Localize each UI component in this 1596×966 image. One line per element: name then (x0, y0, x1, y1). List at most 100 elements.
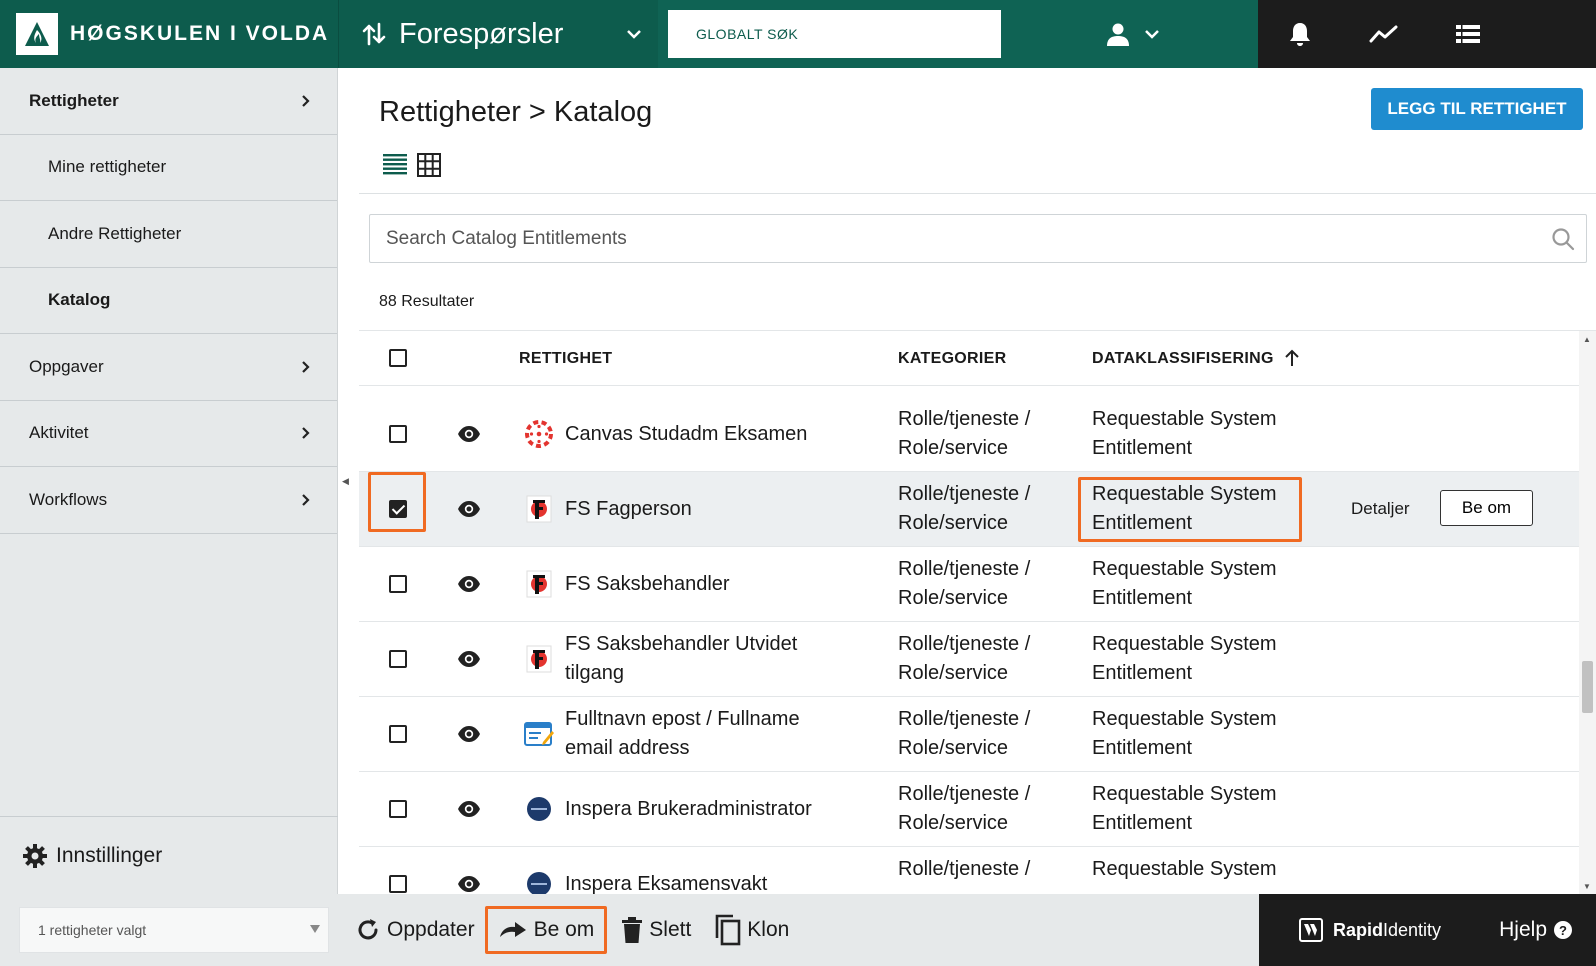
table-row[interactable]: Canvas Studadm Eksamen Rolle/tjeneste / … (359, 397, 1579, 472)
refresh-label: Oppdater (387, 918, 475, 941)
entitlement-classification: Requestable System Entitlement (1092, 483, 1277, 534)
grid-view-toggle[interactable] (417, 153, 441, 182)
row-checkbox[interactable] (389, 425, 407, 443)
table-scrollbar[interactable]: ▲ ▼ (1579, 331, 1596, 894)
column-header-entitlement[interactable]: RETTIGHET (519, 350, 612, 368)
list-view-button[interactable] (1426, 0, 1510, 68)
column-header-classification[interactable]: DATAKLASSIFISERING (1092, 349, 1300, 368)
entitlement-category: Rolle/tjeneste / Role/service (898, 708, 1031, 759)
entitlement-classification: Requestable System Entitlement (1092, 408, 1277, 459)
notifications-button[interactable] (1258, 0, 1342, 68)
entitlement-category: Rolle/tjeneste / Role/service (898, 408, 1031, 459)
catalog-search (369, 214, 1587, 263)
settings-button[interactable]: Innstillinger (0, 816, 338, 894)
table-row[interactable]: Inspera Eksamensvakt Rolle/tjeneste / Re… (359, 847, 1579, 894)
sidebar-item-label: Andre Rettigheter (48, 223, 182, 243)
collapse-sidebar-icon[interactable]: ◀ (342, 476, 349, 487)
refresh-icon (358, 919, 378, 940)
trash-icon (622, 917, 643, 943)
entitlement-name: Canvas Studadm Eksamen (565, 423, 808, 445)
email-form-icon (524, 722, 554, 746)
rapid-text: Rapid (1333, 919, 1384, 940)
chevron-right-icon (301, 94, 311, 108)
sidebar-item-label: Aktivitet (29, 423, 89, 443)
request-button[interactable]: Be om (1440, 490, 1533, 526)
column-header-label: DATAKLASSIFISERING (1092, 350, 1274, 367)
scroll-down-icon[interactable]: ▼ (1583, 882, 1591, 891)
chevron-right-icon (301, 493, 311, 507)
scroll-thumb[interactable] (1582, 661, 1593, 713)
list-lines-icon (383, 154, 407, 175)
table-row[interactable]: FS Saksbehandler Utvidet tilgang Rolle/t… (359, 622, 1579, 697)
sidebar-item-workflows[interactable]: Workflows (0, 467, 337, 534)
eye-icon[interactable] (457, 726, 481, 742)
eye-icon[interactable] (457, 426, 481, 442)
clone-button[interactable]: Klon (713, 907, 789, 953)
requests-icon (362, 22, 386, 46)
delete-button[interactable]: Slett (621, 907, 691, 953)
catalog-search-input[interactable] (370, 215, 1540, 262)
row-checkbox-checked[interactable] (389, 500, 407, 518)
grid-icon (417, 153, 441, 177)
row-checkbox[interactable] (389, 800, 407, 818)
sidebar-item-oppgaver[interactable]: Oppgaver (0, 334, 337, 401)
selection-label: 1 rettigheter valgt (38, 922, 147, 938)
rapididentity-logo[interactable]: Rapid Identity (1299, 918, 1441, 942)
details-link[interactable]: Detaljer (1351, 499, 1410, 519)
row-checkbox[interactable] (389, 875, 407, 893)
chevron-down-icon (1145, 30, 1159, 39)
sidebar-item-mine-rettigheter[interactable]: Mine rettigheter (0, 135, 337, 201)
clone-label: Klon (747, 918, 790, 941)
eye-icon[interactable] (457, 576, 481, 592)
eye-icon[interactable] (457, 801, 481, 817)
column-header-categories[interactable]: KATEGORIER (898, 350, 1006, 368)
add-entitlement-button[interactable]: LEGG TIL RETTIGHET (1371, 88, 1583, 130)
brand[interactable]: HØGSKULEN I VOLDA (0, 0, 338, 68)
entitlement-classification: Requestable System Entitlement (1092, 708, 1277, 759)
list-view-toggle[interactable] (383, 154, 407, 181)
top-bar: HØGSKULEN I VOLDA Forespørsler (0, 0, 1596, 68)
module-selector[interactable]: Forespørsler (338, 0, 658, 68)
entitlement-category: Rolle/tjeneste / (898, 858, 1031, 880)
eye-icon[interactable] (457, 501, 481, 517)
sidebar-item-aktivitet[interactable]: Aktivitet (0, 401, 337, 467)
caret-down-icon (310, 925, 320, 933)
table-row[interactable]: Fulltnavn epost / Fullname email address… (359, 697, 1579, 772)
table-row[interactable]: FS Saksbehandler Rolle/tjeneste / Role/s… (359, 547, 1579, 622)
sidebar-item-katalog[interactable]: Katalog (0, 268, 337, 334)
entitlement-category: Rolle/tjeneste / Role/service (898, 483, 1031, 534)
entitlements-table: RETTIGHET KATEGORIER DATAKLASSIFISERING … (359, 330, 1596, 894)
help-label: Hjelp (1499, 918, 1547, 941)
global-search-zone (658, 0, 1258, 68)
row-checkbox[interactable] (389, 725, 407, 743)
entitlement-name: Inspera Eksamensvakt (565, 873, 768, 894)
refresh-button[interactable]: Oppdater (355, 907, 475, 953)
table-header: RETTIGHET KATEGORIER DATAKLASSIFISERING (359, 331, 1579, 386)
eye-icon[interactable] (457, 651, 481, 667)
activity-button[interactable] (1342, 0, 1426, 68)
help-button[interactable]: Hjelp ? (1499, 918, 1572, 942)
request-bulk-button[interactable]: Be om (484, 906, 608, 954)
table-row[interactable]: Inspera Brukeradministrator Rolle/tjenes… (359, 772, 1579, 847)
sidebar: Rettigheter Mine rettigheter Andre Retti… (0, 68, 338, 894)
scroll-up-icon[interactable]: ▲ (1583, 335, 1591, 344)
page-title: Rettigheter > Katalog (379, 96, 653, 128)
results-count: 88 Resultater (379, 293, 475, 310)
eye-icon[interactable] (457, 876, 481, 892)
fs-logo-icon (526, 570, 552, 598)
bottom-bar: 1 rettigheter valgt Oppdater Be om Slett (0, 894, 1596, 966)
sidebar-item-label: Rettigheter (29, 90, 119, 110)
redo-arrow-icon (499, 922, 526, 937)
chevron-down-icon (626, 29, 642, 39)
entitlement-classification: Requestable System Entitlement (1092, 633, 1277, 684)
global-search-input[interactable] (668, 10, 1001, 58)
row-checkbox[interactable] (389, 575, 407, 593)
sidebar-item-rettigheter[interactable]: Rettigheter (0, 68, 337, 135)
row-checkbox[interactable] (389, 650, 407, 668)
sidebar-item-andre-rettigheter[interactable]: Andre Rettigheter (0, 201, 337, 268)
user-menu[interactable] (1106, 22, 1160, 46)
selection-dropdown[interactable]: 1 rettigheter valgt (19, 907, 329, 953)
search-icon[interactable] (1540, 227, 1586, 251)
select-all-checkbox[interactable] (389, 349, 407, 367)
table-row-selected[interactable]: FS Fagperson Rolle/tjeneste / Role/servi… (359, 472, 1579, 547)
